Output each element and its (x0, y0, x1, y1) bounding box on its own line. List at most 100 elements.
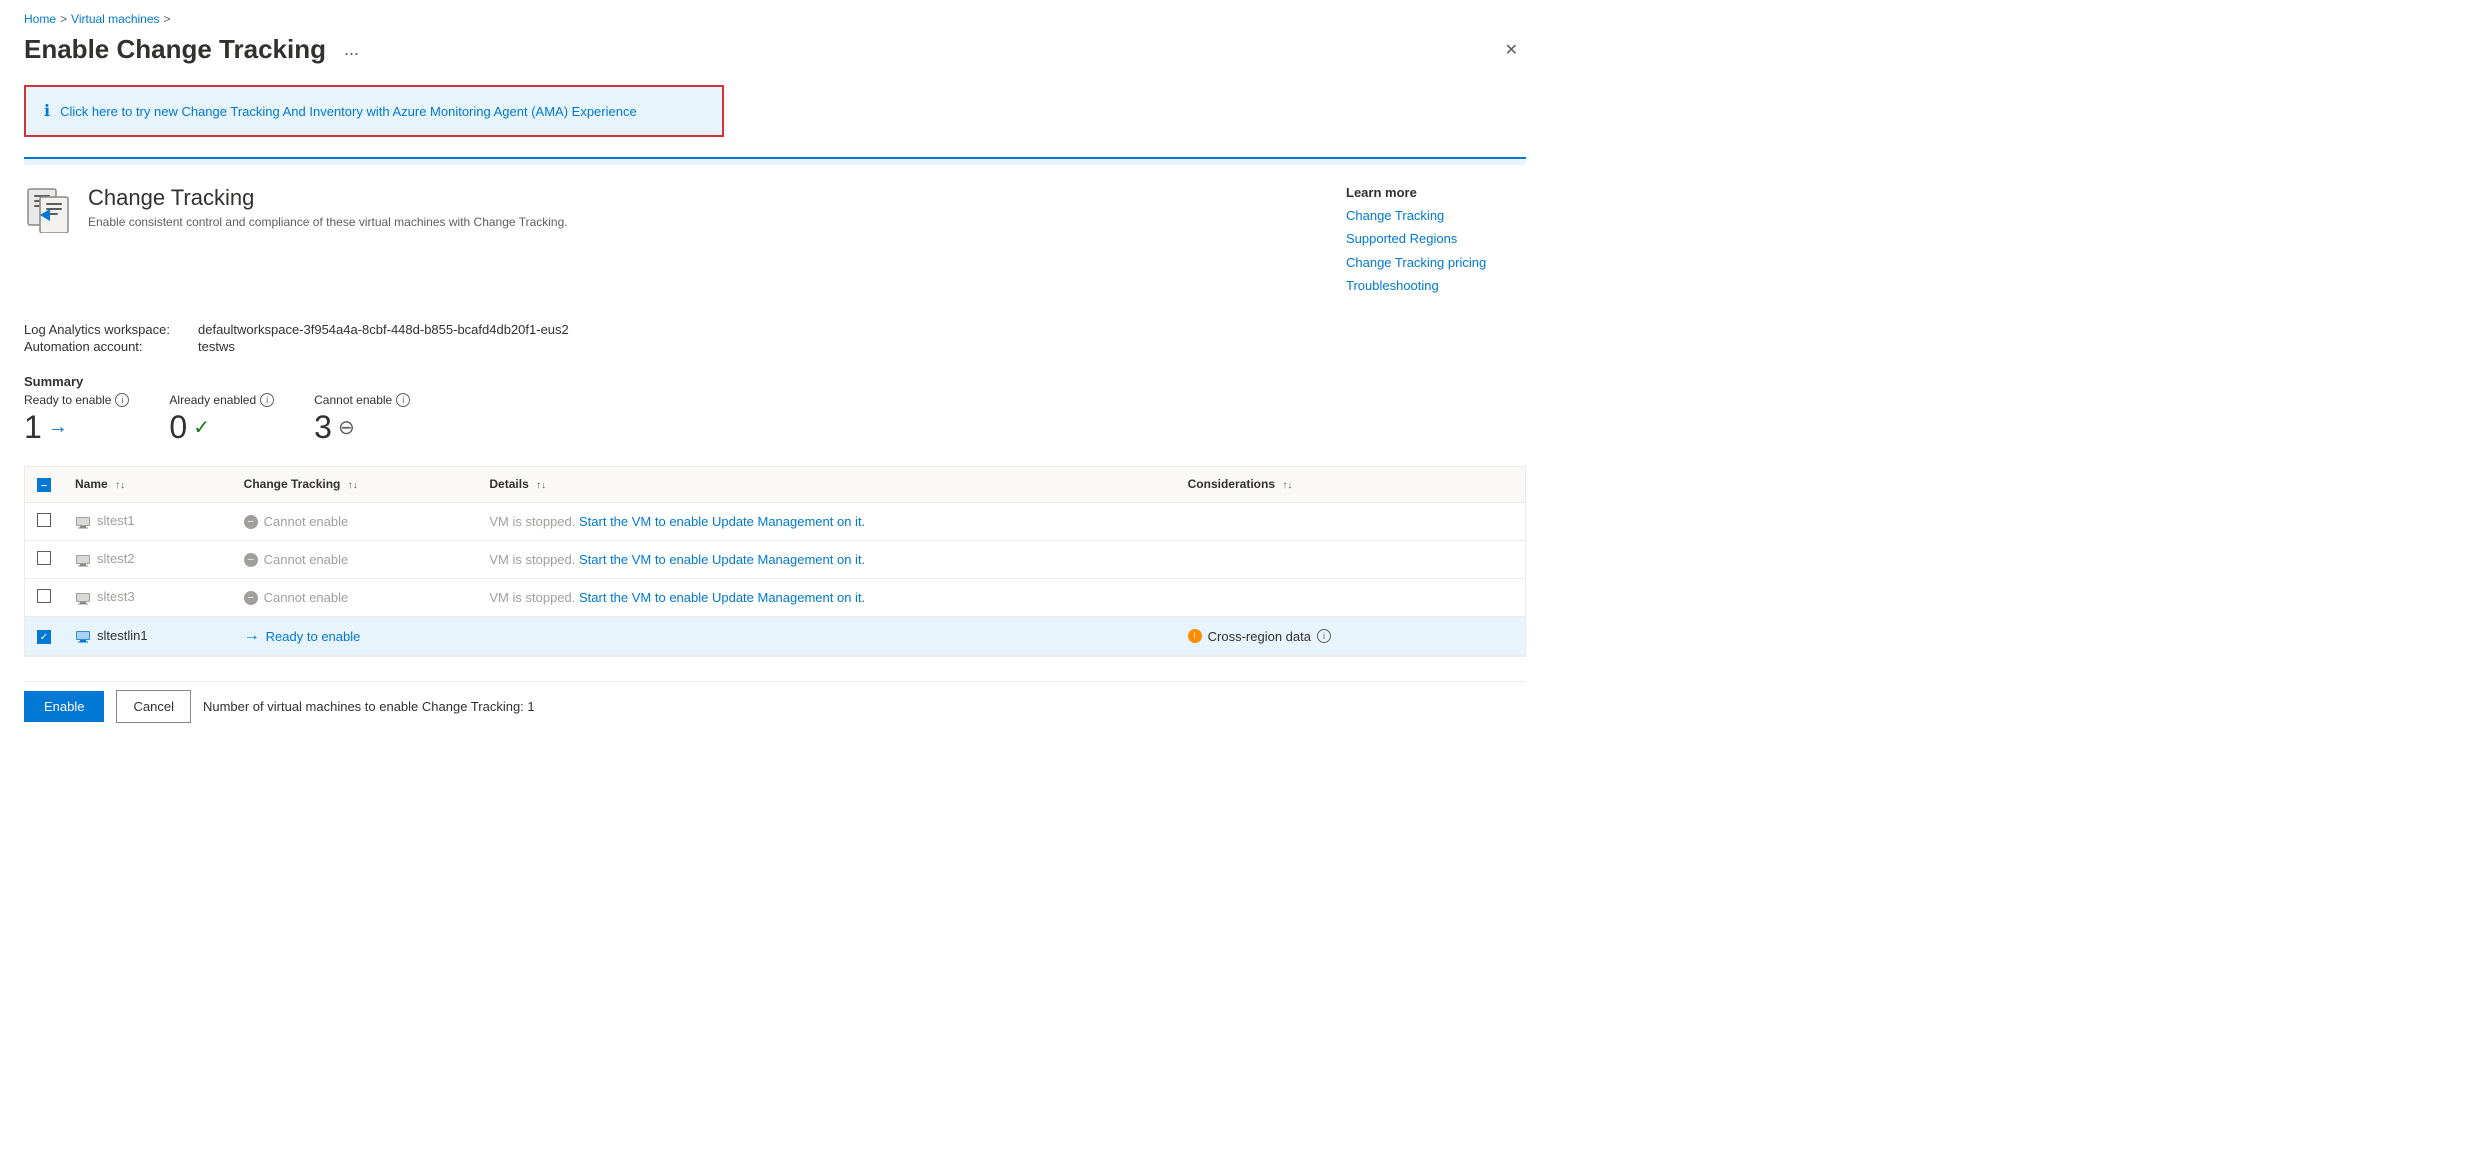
consideration-info[interactable]: i (1317, 629, 1331, 643)
cannot-circle-icon: – (244, 553, 258, 567)
learn-more-troubleshooting[interactable]: Troubleshooting (1346, 274, 1526, 297)
summary-cards: Ready to enable i 1 → Already enabled i … (24, 393, 1526, 446)
breadcrumb: Home > Virtual machines > (24, 12, 1526, 26)
status-text: Ready to enable (266, 629, 361, 644)
row-status-sltest1: – Cannot enable (232, 503, 478, 541)
ellipsis-button[interactable]: ... (338, 37, 365, 62)
row-considerations-sltestlin1: ! Cross-region data i (1176, 617, 1525, 656)
detail-static: VM is stopped. (489, 514, 579, 529)
summary-ready-label: Ready to enable (24, 393, 111, 407)
row-status-sltest2: – Cannot enable (232, 541, 478, 579)
status-ready: → Ready to enable (244, 627, 466, 645)
workspace-info: Log Analytics workspace: defaultworkspac… (24, 322, 1526, 354)
summary-ready-count: 1 → (24, 409, 129, 446)
col-name[interactable]: Name ↑↓ (63, 467, 232, 503)
col-change-tracking[interactable]: Change Tracking ↑↓ (232, 467, 478, 503)
table-header-row: – Name ↑↓ Change Tracking ↑↓ Details ↑↓ … (25, 467, 1525, 503)
cannot-minus-icon: ⊖ (338, 415, 355, 440)
section-left: Change Tracking Enable consistent contro… (24, 185, 568, 233)
enable-button[interactable]: Enable (24, 691, 104, 722)
vm-icon (75, 514, 91, 530)
col-considerations[interactable]: Considerations ↑↓ (1176, 467, 1525, 503)
row-name-text-sltest3: sltest3 (97, 589, 135, 604)
breadcrumb-virtual-machines[interactable]: Virtual machines (71, 12, 160, 26)
section-header: Change Tracking Enable consistent contro… (24, 185, 1526, 298)
page-title: Enable Change Tracking (24, 34, 326, 65)
vm-icon (75, 590, 91, 606)
row-checkbox-sltestlin1[interactable]: ✓ (37, 630, 51, 644)
section-title: Change Tracking (88, 185, 568, 211)
row-name-text-sltest2: sltest2 (97, 551, 135, 566)
automation-label: Automation account: (24, 339, 194, 354)
detail-link[interactable]: Start the VM to enable Update Management… (579, 552, 865, 567)
summary-cannot-info[interactable]: i (396, 393, 410, 407)
close-button[interactable]: ✕ (1497, 36, 1526, 64)
row-checkbox-cell-sltest2[interactable] (25, 541, 63, 579)
row-checkbox-cell-sltestlin1[interactable]: ✓ (25, 617, 63, 656)
summary-cannot: Cannot enable i 3 ⊖ (314, 393, 410, 446)
table-row: sltest1 – Cannot enable VM is stopped. S… (25, 503, 1525, 541)
considerations-sort-icon: ↑↓ (1282, 480, 1292, 491)
vm-table: – Name ↑↓ Change Tracking ↑↓ Details ↑↓ … (25, 467, 1525, 657)
row-status-sltestlin1: → Ready to enable (232, 617, 478, 656)
section-desc: Enable consistent control and compliance… (88, 215, 568, 229)
row-details-sltest1: VM is stopped. Start the VM to enable Up… (477, 503, 1175, 541)
info-banner[interactable]: ℹ Click here to try new Change Tracking … (24, 85, 724, 137)
summary-ready-info[interactable]: i (115, 393, 129, 407)
table-row: ✓ sltestlin1 → Ready to enable ! Cross-r… (25, 617, 1525, 656)
breadcrumb-home[interactable]: Home (24, 12, 56, 26)
row-status-sltest3: – Cannot enable (232, 579, 478, 617)
learn-more-pricing[interactable]: Change Tracking pricing (1346, 251, 1526, 274)
info-banner-bg (24, 157, 1526, 165)
footer: Enable Cancel Number of virtual machines… (24, 681, 1526, 723)
page-header: Enable Change Tracking ... ✕ (24, 34, 1526, 65)
automation-value: testws (198, 339, 235, 354)
log-analytics-label: Log Analytics workspace: (24, 322, 194, 337)
row-name-text-sltest1: sltest1 (97, 513, 135, 528)
log-analytics-row: Log Analytics workspace: defaultworkspac… (24, 322, 1526, 337)
log-analytics-value: defaultworkspace-3f954a4a-8cbf-448d-b855… (198, 322, 569, 337)
cross-region: ! Cross-region data i (1188, 629, 1513, 644)
summary-already-label: Already enabled (169, 393, 256, 407)
summary-title: Summary (24, 374, 1526, 389)
name-sort-icon: ↑↓ (115, 480, 125, 491)
summary-cannot-count: 3 ⊖ (314, 409, 410, 446)
summary-already-count: 0 ✓ (169, 409, 274, 446)
row-checkbox-sltest3[interactable] (37, 589, 51, 603)
footer-count-text: Number of virtual machines to enable Cha… (203, 699, 535, 714)
detail-link[interactable]: Start the VM to enable Update Management… (579, 590, 865, 605)
row-name-sltest1: sltest1 (63, 503, 232, 541)
cancel-button[interactable]: Cancel (116, 690, 190, 723)
vm-icon (75, 628, 91, 644)
learn-more-change-tracking[interactable]: Change Tracking (1346, 204, 1526, 227)
row-considerations-sltest1 (1176, 503, 1525, 541)
select-all-checkbox[interactable]: – (37, 478, 51, 492)
row-name-sltest2: sltest2 (63, 541, 232, 579)
summary-already-info[interactable]: i (260, 393, 274, 407)
col-details[interactable]: Details ↑↓ (477, 467, 1175, 503)
breadcrumb-sep2: > (164, 12, 171, 26)
details-sort-icon: ↑↓ (536, 480, 546, 491)
ready-arrow-icon: → (244, 627, 260, 645)
learn-more-title: Learn more (1346, 185, 1526, 200)
cannot-circle-icon: – (244, 591, 258, 605)
ready-arrow-icon: → (48, 416, 68, 439)
ct-sort-icon: ↑↓ (348, 480, 358, 491)
table-row: sltest2 – Cannot enable VM is stopped. S… (25, 541, 1525, 579)
summary-ready: Ready to enable i 1 → (24, 393, 129, 446)
row-checkbox-cell-sltest1[interactable] (25, 503, 63, 541)
warning-icon: ! (1188, 629, 1202, 643)
row-checkbox-cell-sltest3[interactable] (25, 579, 63, 617)
detail-link[interactable]: Start the VM to enable Update Management… (579, 514, 865, 529)
vm-icon (75, 552, 91, 568)
consideration-text: Cross-region data (1208, 629, 1311, 644)
select-all-header[interactable]: – (25, 467, 63, 503)
row-checkbox-sltest1[interactable] (37, 513, 51, 527)
detail-static: VM is stopped. (489, 590, 579, 605)
info-banner-text: Click here to try new Change Tracking An… (60, 104, 637, 119)
learn-more-supported-regions[interactable]: Supported Regions (1346, 227, 1526, 250)
summary-section: Summary Ready to enable i 1 → Already en… (24, 374, 1526, 446)
change-tracking-icon (24, 185, 72, 233)
row-details-sltest3: VM is stopped. Start the VM to enable Up… (477, 579, 1175, 617)
row-checkbox-sltest2[interactable] (37, 551, 51, 565)
